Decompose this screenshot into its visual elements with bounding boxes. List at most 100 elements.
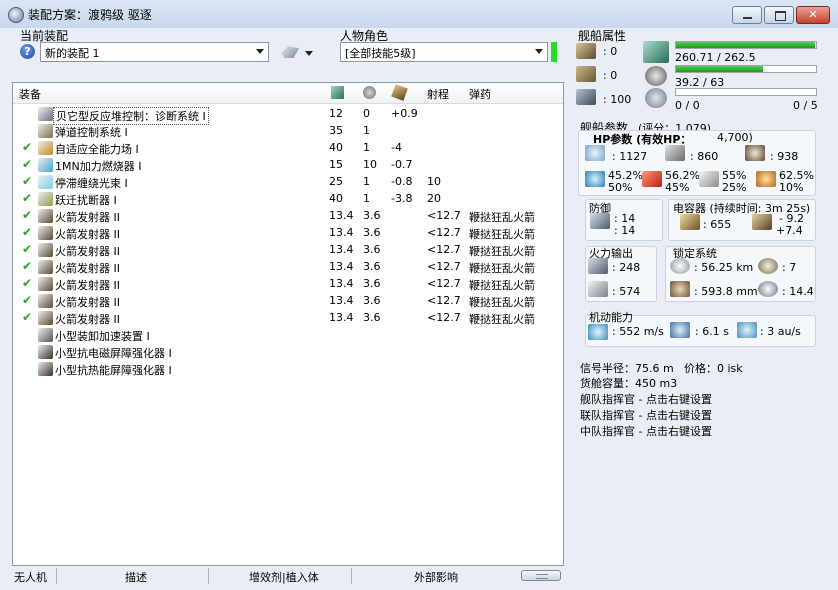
module-row[interactable]: 贝它型反应堆控制：诊断系统 I 12 0 +0.9 bbox=[13, 106, 563, 125]
module-range: 10 bbox=[427, 175, 441, 188]
fleet-booster[interactable]: 舰队指挥官 - 点击右键设置 bbox=[580, 391, 712, 407]
cpu-column-icon[interactable] bbox=[331, 86, 344, 99]
module-row[interactable]: ✔ 火箭发射器 II 13.4 3.6 <12.7 鞭挞狂乱火箭 bbox=[13, 242, 563, 259]
module-power: 1 bbox=[363, 141, 370, 154]
capacitor-delta-2: +7.4 bbox=[776, 224, 803, 237]
module-power: 3.6 bbox=[363, 226, 381, 239]
module-row[interactable]: ✔ 1MN加力燃烧器 I 15 10 -0.7 bbox=[13, 157, 563, 174]
explosive-resist-armor: 10% bbox=[779, 181, 804, 194]
module-power: 10 bbox=[363, 158, 377, 171]
column-ammo[interactable]: 弹药 bbox=[469, 86, 491, 102]
power-column-icon[interactable] bbox=[363, 86, 376, 99]
module-row[interactable]: ✔ 火箭发射器 II 13.4 3.6 <12.7 鞭挞狂乱火箭 bbox=[13, 276, 563, 293]
sensor-strength: : 14.4 bbox=[782, 285, 814, 298]
description-tab[interactable]: 描述 bbox=[125, 569, 147, 585]
character-select[interactable]: [全部技能5级] bbox=[340, 42, 548, 62]
module-icon bbox=[38, 107, 53, 121]
module-row[interactable]: ✔ 跃迁扰断器 I 40 1 -3.8 20 bbox=[13, 191, 563, 208]
module-cpu: 13.4 bbox=[329, 243, 354, 256]
module-row[interactable]: 小型装卸加速装置 I bbox=[13, 327, 563, 344]
check-icon[interactable]: ✔ bbox=[22, 225, 32, 239]
module-power: 0 bbox=[363, 107, 370, 120]
cpu-bar-fill bbox=[676, 42, 816, 48]
maximize-button[interactable] bbox=[764, 6, 794, 24]
module-row[interactable]: ✔ 火箭发射器 II 13.4 3.6 <12.7 鞭挞狂乱火箭 bbox=[13, 293, 563, 310]
check-icon[interactable]: ✔ bbox=[22, 242, 32, 256]
capacitor-icon bbox=[680, 214, 700, 230]
capacitor-recharge-icon bbox=[752, 214, 772, 230]
wing-booster[interactable]: 联队指挥官 - 点击右键设置 bbox=[580, 407, 712, 423]
check-icon[interactable]: ✔ bbox=[22, 208, 32, 222]
module-list[interactable]: 装备 射程 弹药 贝它型反应堆控制：诊断系统 I 12 0 +0.9 弹道控制系统 I3… bbox=[12, 82, 564, 566]
dps-value: : 248 bbox=[612, 261, 641, 274]
powergrid-icon bbox=[645, 66, 667, 86]
em-resist-icon bbox=[585, 171, 605, 187]
check-icon[interactable]: ✔ bbox=[22, 293, 32, 307]
turret-hardpoint-icon bbox=[576, 43, 596, 59]
calibration-value: : 100 bbox=[603, 93, 632, 106]
fit-select[interactable]: 新的装配 1 bbox=[40, 42, 269, 62]
ship-menu-button[interactable] bbox=[281, 43, 315, 63]
drones-tab[interactable]: 无人机 bbox=[14, 569, 47, 585]
check-icon[interactable]: ✔ bbox=[22, 140, 32, 154]
module-icon bbox=[38, 192, 53, 206]
drone-count: 0 / 5 bbox=[793, 99, 818, 112]
module-power: 1 bbox=[363, 175, 370, 188]
module-name: 小型抗热能屏障强化器 I bbox=[55, 364, 172, 377]
module-power: 3.6 bbox=[363, 277, 381, 290]
module-power: 3.6 bbox=[363, 243, 381, 256]
module-range: <12.7 bbox=[427, 243, 461, 256]
dps-icon bbox=[588, 258, 608, 274]
check-icon[interactable]: ✔ bbox=[22, 191, 32, 205]
module-power: 3.6 bbox=[363, 209, 381, 222]
module-name: 停滞缠绕光束 I bbox=[55, 177, 128, 190]
module-row[interactable]: 弹道控制系统 I 35 1 bbox=[13, 123, 563, 140]
minimize-button[interactable] bbox=[732, 6, 762, 24]
check-icon[interactable]: ✔ bbox=[22, 157, 32, 171]
module-ammo: 鞭挞狂乱火箭 bbox=[469, 211, 535, 224]
horizontal-scroll-thumb[interactable] bbox=[521, 570, 561, 581]
module-row[interactable]: ✔ 停滞缠绕光束 I 25 1 -0.8 10 bbox=[13, 174, 563, 191]
module-row[interactable]: ✔ 火箭发射器 II 13.4 3.6 <12.7 鞭挞狂乱火箭 bbox=[13, 225, 563, 242]
module-row[interactable]: ✔ 自适应全能力场 I 40 1 -4 bbox=[13, 140, 563, 157]
check-icon[interactable]: ✔ bbox=[22, 310, 32, 324]
module-name: 火箭发射器 II bbox=[55, 296, 120, 309]
divider bbox=[56, 568, 57, 584]
calibration-icon bbox=[576, 89, 596, 105]
max-targets-icon bbox=[758, 258, 778, 274]
module-icon bbox=[38, 243, 53, 257]
chevron-down-icon bbox=[305, 51, 313, 56]
module-ammo: 鞭挞狂乱火箭 bbox=[469, 296, 535, 309]
implants-tab[interactable]: 增效剂|植入体 bbox=[249, 569, 319, 585]
column-equip[interactable]: 装备 bbox=[19, 86, 41, 102]
drone-bar bbox=[675, 88, 817, 96]
module-icon bbox=[38, 345, 53, 359]
external-effects-tab[interactable]: 外部影响 bbox=[414, 569, 458, 585]
squad-booster[interactable]: 中队指挥官 - 点击右键设置 bbox=[580, 423, 712, 439]
module-row[interactable]: ✔ 火箭发射器 II 13.4 3.6 <12.7 鞭挞狂乱火箭 bbox=[13, 259, 563, 276]
check-icon[interactable]: ✔ bbox=[22, 259, 32, 273]
module-power: 3.6 bbox=[363, 294, 381, 307]
module-name: 自适应全能力场 I bbox=[55, 143, 139, 156]
module-icon bbox=[38, 294, 53, 308]
module-row[interactable]: 小型抗电磁屏障强化器 I bbox=[13, 344, 563, 361]
character-select-value: [全部技能5级] bbox=[345, 47, 416, 60]
targeting-range-icon bbox=[670, 258, 690, 274]
module-row[interactable]: ✔ 火箭发射器 II 13.4 3.6 <12.7 鞭挞狂乱火箭 bbox=[13, 208, 563, 225]
module-list-header: 装备 射程 弹药 bbox=[13, 83, 563, 104]
module-row[interactable]: 小型抗热能屏障强化器 I bbox=[13, 361, 563, 378]
check-icon[interactable]: ✔ bbox=[22, 276, 32, 290]
module-name: 火箭发射器 II bbox=[55, 313, 120, 326]
close-button[interactable]: ✕ bbox=[796, 6, 830, 24]
shield-icon bbox=[585, 145, 605, 161]
column-range[interactable]: 射程 bbox=[427, 86, 449, 102]
module-row[interactable]: ✔ 火箭发射器 II 13.4 3.6 <12.7 鞭挞狂乱火箭 bbox=[13, 310, 563, 327]
max-targets: : 7 bbox=[782, 261, 797, 274]
status-bar: 无人机 描述 增效剂|植入体 外部影响 bbox=[8, 567, 564, 585]
mobility-label: 机动能力 bbox=[589, 311, 633, 324]
help-icon[interactable]: ? bbox=[20, 44, 35, 59]
check-icon[interactable]: ✔ bbox=[22, 174, 32, 188]
module-cpu: 40 bbox=[329, 192, 343, 205]
capacitor-column-icon[interactable] bbox=[391, 84, 408, 101]
kinetic-resist-armor: 25% bbox=[722, 181, 747, 194]
